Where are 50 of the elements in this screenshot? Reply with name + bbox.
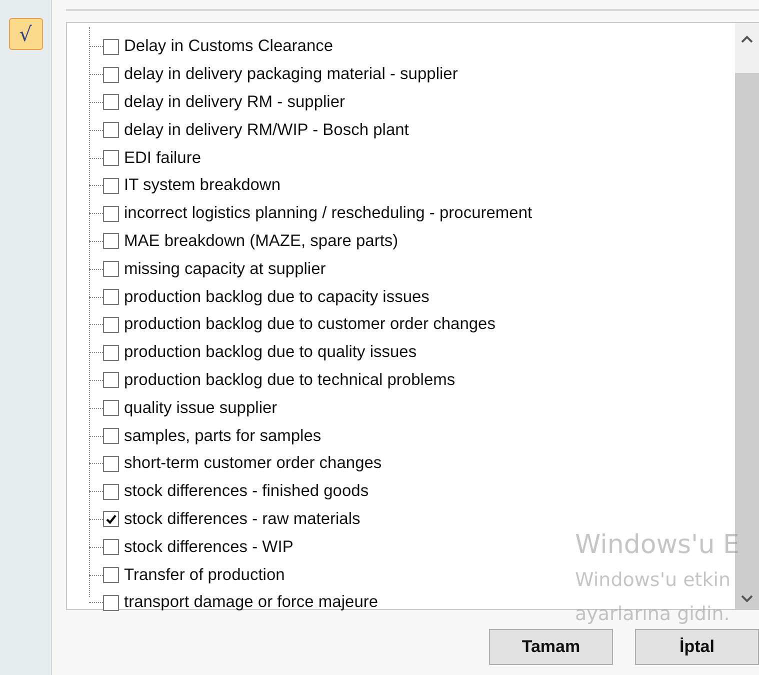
item-label[interactable]: delay in delivery packaging material - supplier [124,65,458,84]
checkbox[interactable] [103,150,119,166]
checkbox[interactable] [103,233,119,250]
checkbox[interactable] [103,316,119,333]
item-label[interactable]: production backlog due to technical problems [124,370,456,390]
checkbox[interactable] [103,344,119,361]
scroll-up-icon[interactable] [741,35,753,43]
checkbox[interactable] [103,372,119,388]
checkbox[interactable] [103,66,119,83]
activation-text: Windows'u etkin [575,568,732,593]
item-label[interactable]: short-term customer order changes [124,454,382,474]
checkbox[interactable] [103,122,119,138]
item-label[interactable]: quality issue supplier [124,398,278,418]
item-label[interactable]: stock differences - finished goods [124,482,369,502]
scroll-down-icon[interactable] [741,595,753,603]
item-label[interactable]: incorrect logistics planning / rescheduling - procurement [124,204,532,224]
item-label[interactable]: production backlog due to capacity issues [124,288,430,307]
checkbox[interactable] [103,511,119,528]
checkbox[interactable] [103,456,119,472]
item-label[interactable]: MAE breakdown (MAZE, spare parts) [124,232,398,251]
dialog-button[interactable]: İptal [635,629,759,665]
checkbox[interactable] [103,261,119,278]
item-label[interactable]: stock differences - raw materials [124,510,360,529]
item-label[interactable]: transport damage or force majeure [124,593,378,612]
check-button[interactable]: √ [8,18,42,50]
checkbox[interactable] [103,567,119,584]
checkbox[interactable] [103,206,119,222]
activation-text: ayarlarına gidin. [575,602,731,627]
item-label[interactable]: samples, parts for samples [124,426,322,446]
checkbox[interactable] [103,94,119,110]
activation-title: Windows'u E [575,529,740,562]
item-label[interactable]: IT system breakdown [124,176,281,196]
checkbox[interactable] [103,289,119,306]
checkbox[interactable] [103,178,119,194]
item-label[interactable]: production backlog due to quality issues [124,343,417,362]
item-label[interactable]: delay in delivery RM - supplier [124,92,346,112]
checkbox[interactable] [103,428,119,444]
item-label[interactable]: Transfer of production [124,566,285,585]
checkbox[interactable] [103,400,119,416]
checkbox[interactable] [103,38,119,55]
item-label[interactable]: production backlog due to customer order changes [124,315,496,334]
item-label[interactable]: EDI failure [124,148,202,168]
item-label[interactable]: Delay in Customs Clearance [124,37,334,56]
item-label[interactable]: delay in delivery RM/WIP - Bosch plant [124,120,409,140]
dialog-button[interactable]: Tamam [489,629,613,665]
item-label[interactable]: stock differences - WIP [124,538,294,557]
checkbox[interactable] [103,539,119,556]
item-label[interactable]: missing capacity at supplier [124,260,326,279]
checkbox[interactable] [103,594,119,611]
checkbox[interactable] [103,484,119,500]
